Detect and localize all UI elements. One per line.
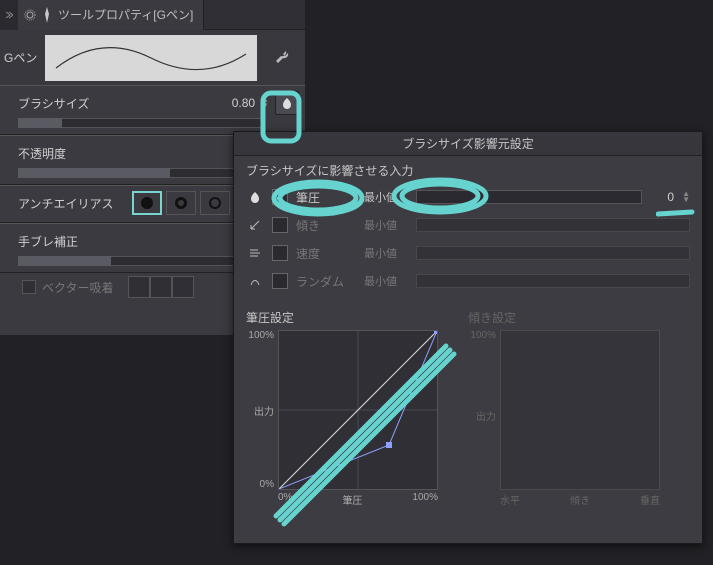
tilt-graph [500,330,660,490]
pressure-min-stepper[interactable]: ▲▼ [682,191,690,203]
stroke-preview[interactable] [45,35,257,81]
tilt-graph-x-left: 水平 [500,492,520,507]
pressure-graph-x-left: 0% [278,492,292,507]
tilt-min-label: 最小値 [364,217,408,233]
vector-snap-slot-3[interactable] [172,276,194,298]
brush-icon [40,6,54,24]
pressure-name: 筆圧 [296,189,356,206]
panel-tab-title: ツールプロパティ[Gペン] [58,6,193,23]
pressure-graph-title: 筆圧設定 [246,309,438,326]
panel-collapse-handle[interactable] [0,0,18,30]
vector-snap-checkbox[interactable] [22,280,36,294]
pressure-graph[interactable] [278,330,438,490]
wrench-icon [273,48,293,68]
velocity-min-slider [416,246,690,260]
random-icon [246,272,264,290]
popup-title: ブラシサイズ影響元設定 [234,132,702,156]
tilt-name: 傾き [296,217,356,234]
pressure-graph-y-bot: 0% [260,479,274,490]
pressure-min-label: 最小値 [364,189,408,205]
velocity-checkbox[interactable] [272,245,288,261]
random-name: ランダム [296,273,356,290]
tilt-graph-title: 傾き設定 [468,309,660,326]
influence-row-pressure: 筆圧 最小値 0 ▲▼ [246,183,690,211]
antialias-option-2[interactable] [166,191,196,215]
velocity-name: 速度 [296,245,356,262]
pressure-icon [280,96,294,110]
influence-row-random: ランダム 最小値 [246,267,690,295]
panel-tab[interactable]: ツールプロパティ[Gペン] [18,0,204,30]
tool-preview-row: Gペン [0,30,305,85]
vector-snap-slot-2[interactable] [150,276,172,298]
brush-size-slider[interactable] [18,118,263,128]
brush-size-dynamics-popup: ブラシサイズ影響元設定 ブラシサイズに影響させる入力 筆圧 最小値 0 ▲▼ 傾… [233,131,703,544]
pressure-graph-x-mid: 筆圧 [342,492,362,507]
brush-size-stepper[interactable]: ▲▼ [261,97,269,109]
tilt-graph-x-mid: 傾き [570,492,590,507]
tilt-icon [246,216,264,234]
gear-icon [24,9,36,21]
pressure-graph-y-mid: 出力 [254,403,274,418]
tilt-graph-block: 傾き設定 100% 出力 水平 傾き 垂直 [468,309,660,507]
random-checkbox[interactable] [272,273,288,289]
brush-size-label: ブラシサイズ [18,95,128,112]
tilt-graph-y-top: 100% [470,330,496,341]
prop-brush-size: ブラシサイズ 0.80 ▲▼ [0,85,305,135]
vector-snap-label: ベクター吸着 [42,279,114,296]
velocity-icon [246,244,264,262]
velocity-min-label: 最小値 [364,245,408,261]
stabilizer-slider[interactable] [18,256,263,266]
tilt-min-slider [416,218,690,232]
brush-size-dynamics-button[interactable] [275,91,299,115]
antialias-label: アンチエイリアス [18,195,128,212]
influence-row-tilt: 傾き 最小値 [246,211,690,239]
tilt-graph-x-right: 垂直 [640,492,660,507]
influence-row-velocity: 速度 最小値 [246,239,690,267]
popup-section-label: ブラシサイズに影響させる入力 [246,162,690,179]
brush-size-value[interactable]: 0.80 [211,96,255,110]
pressure-icon [246,188,264,206]
pressure-checkbox[interactable] [272,189,288,205]
tool-name-label: Gペン [0,49,45,66]
pressure-graph-y-top: 100% [248,330,274,341]
pressure-min-slider[interactable] [416,190,642,204]
panel-header: ツールプロパティ[Gペン] [0,0,305,30]
subtool-detail-button[interactable] [261,30,305,85]
tilt-checkbox[interactable] [272,217,288,233]
opacity-slider[interactable] [18,168,263,178]
stabilizer-label: 手ブレ補正 [18,233,128,250]
pressure-graph-x-right: 100% [412,492,438,507]
pressure-graph-block: 筆圧設定 100% 出力 0% [246,309,438,507]
random-min-label: 最小値 [364,273,408,289]
vector-snap-slot-1[interactable] [128,276,150,298]
antialias-option-3[interactable] [200,191,230,215]
tilt-graph-y-mid: 出力 [476,408,496,423]
random-min-slider [416,274,690,288]
pressure-min-value[interactable]: 0 [650,190,674,204]
opacity-label: 不透明度 [18,145,128,162]
antialias-option-1[interactable] [132,191,162,215]
